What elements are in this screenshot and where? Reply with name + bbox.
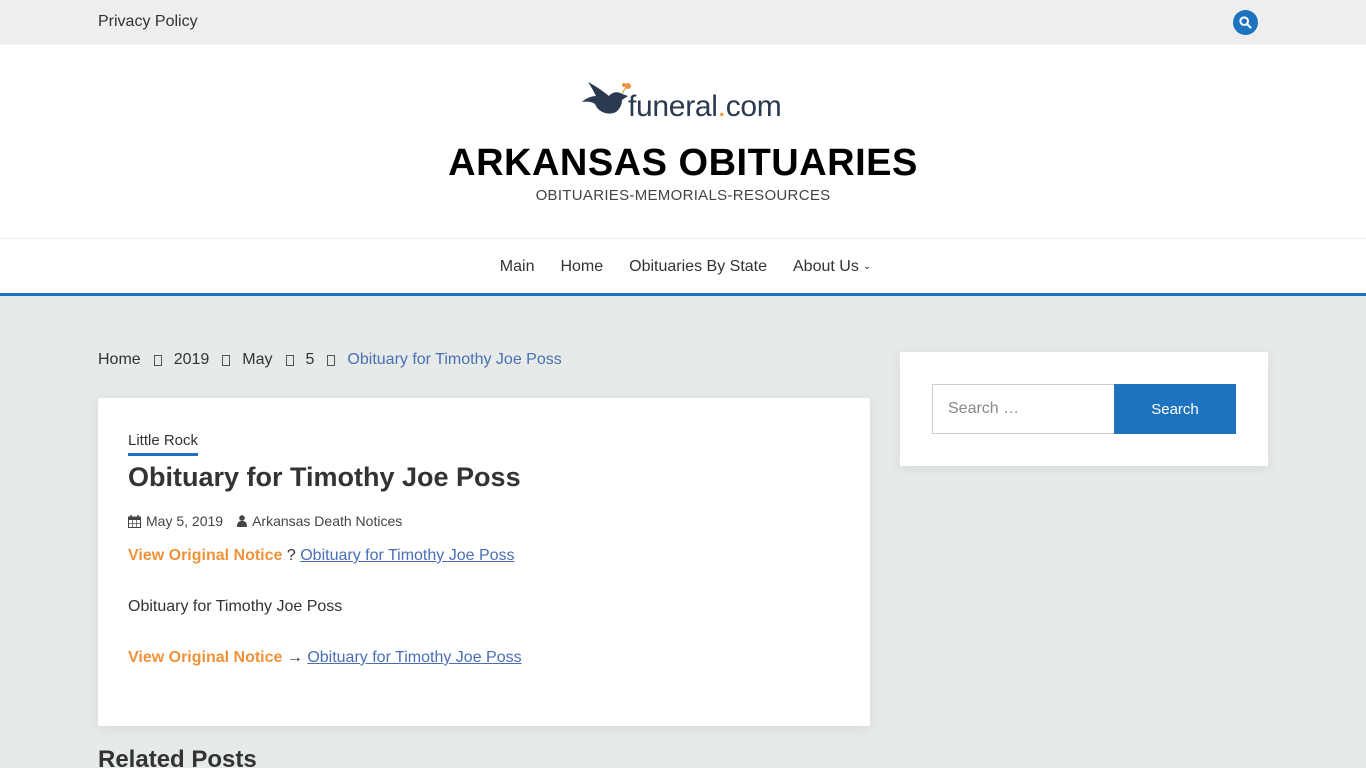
calendar-icon [128,514,141,528]
original-notice-link[interactable]: Obituary for Timothy Joe Poss [300,547,514,564]
view-original-notice-label: View Original Notice [128,547,283,564]
nav-item-obituaries-by-state[interactable]: Obituaries By State [629,258,767,276]
site-header: funeral.com ARKANSAS OBITUARIES OBITUARI… [0,45,1366,238]
post-author: Arkansas Death Notices [237,513,402,529]
arrow-separator: → [282,649,308,666]
original-notice-link[interactable]: Obituary for Timothy Joe Poss [307,649,521,666]
breadcrumb-separator-icon [222,354,231,366]
header-search-button[interactable] [1233,10,1258,35]
breadcrumb-month[interactable]: May [242,351,272,369]
nav-item-home[interactable]: Home [560,258,603,276]
post-author-link[interactable]: Arkansas Death Notices [252,513,402,529]
nav-item-about-us[interactable]: About Us ⌄ [793,258,871,276]
sidebar-search-button[interactable]: Search [1114,384,1236,434]
view-original-notice-label: View Original Notice [128,649,283,666]
sidebar-search-input[interactable] [932,384,1115,434]
top-bar: Privacy Policy [0,0,1366,45]
sidebar-search-widget: Search [900,352,1268,466]
related-posts-heading: Related Posts [98,746,257,768]
logo-text: funeral.com [628,90,782,123]
breadcrumb-day[interactable]: 5 [306,351,315,369]
nav-item-about-us-label: About Us [793,258,859,275]
breadcrumb-separator-icon [285,354,294,366]
post-date-link[interactable]: May 5, 2019 [146,513,223,529]
breadcrumb-separator-icon [327,354,336,366]
breadcrumb-separator-icon [153,354,162,366]
breadcrumb-home[interactable]: Home [98,351,141,369]
view-original-notice-line: View Original Notice ? Obituary for Timo… [128,547,515,565]
post-title: Obituary for Timothy Joe Poss [128,462,521,492]
view-original-notice-line: View Original Notice → Obituary for Timo… [128,649,522,667]
user-icon [237,515,248,527]
breadcrumb-year[interactable]: 2019 [174,351,210,369]
search-icon [1239,16,1252,29]
post-body-text: Obituary for Timothy Joe Poss [128,598,343,615]
breadcrumb: Home 2019 May 5 Obituary for Timothy Joe… [98,351,562,369]
post-category-link[interactable]: Little Rock [128,432,199,456]
nav-item-main[interactable]: Main [500,258,535,276]
privacy-policy-link[interactable]: Privacy Policy [98,13,198,31]
site-tagline: OBITUARIES-MEMORIALS-RESOURCES [535,187,831,204]
chevron-down-icon: ⌄ [862,261,872,272]
dove-icon [582,82,631,114]
site-logo[interactable]: funeral.com [582,78,787,126]
main-navigation: Main Home Obituaries By State About Us ⌄ [0,238,1366,296]
separator-text: ? [282,547,301,564]
post-meta: May 5, 2019 Arkansas Death Notices [128,513,402,529]
post-card: Little Rock Obituary for Timothy Joe Pos… [98,398,870,726]
site-title[interactable]: ARKANSAS OBITUARIES [0,142,1366,185]
breadcrumb-current: Obituary for Timothy Joe Poss [347,351,562,368]
